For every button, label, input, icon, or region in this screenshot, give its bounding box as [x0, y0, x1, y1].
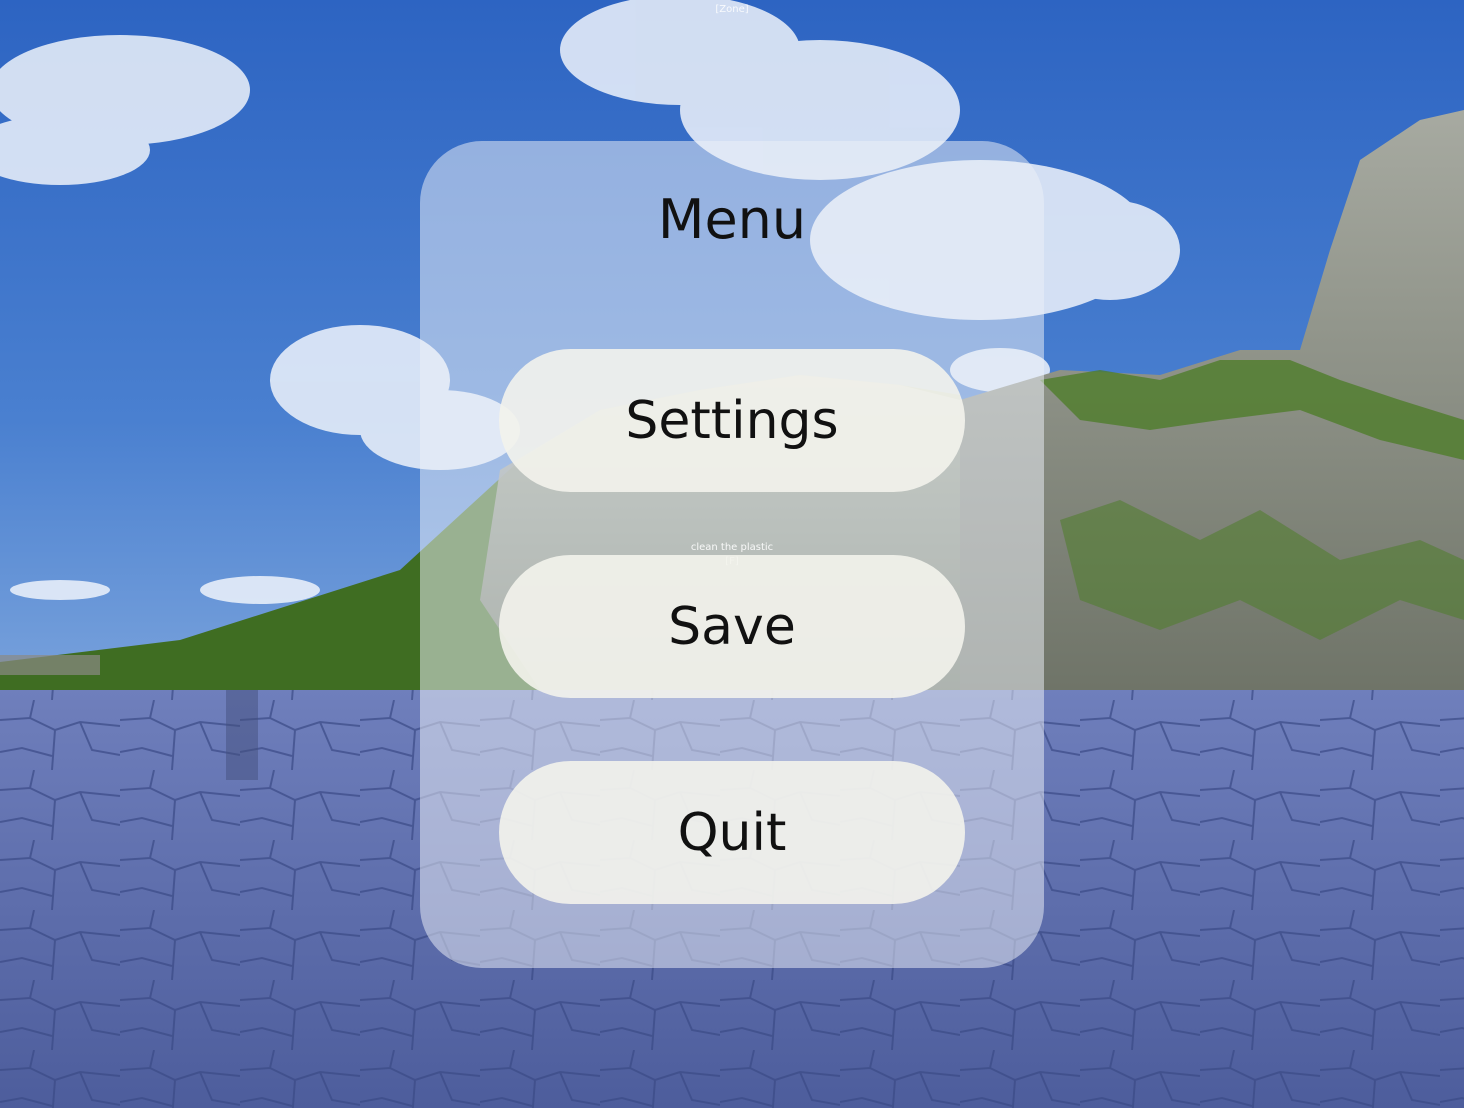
save-button[interactable]: Save [499, 555, 965, 698]
settings-button[interactable]: Settings [499, 349, 965, 492]
game-scene: [Zone] Menu Settings clean the plastic [… [0, 0, 1464, 1108]
menu-title: Menu [657, 188, 807, 251]
quit-button[interactable]: Quit [499, 761, 965, 904]
zone-label: [Zone] [715, 4, 749, 15]
prompt-text: clean the plastic [690, 542, 774, 553]
